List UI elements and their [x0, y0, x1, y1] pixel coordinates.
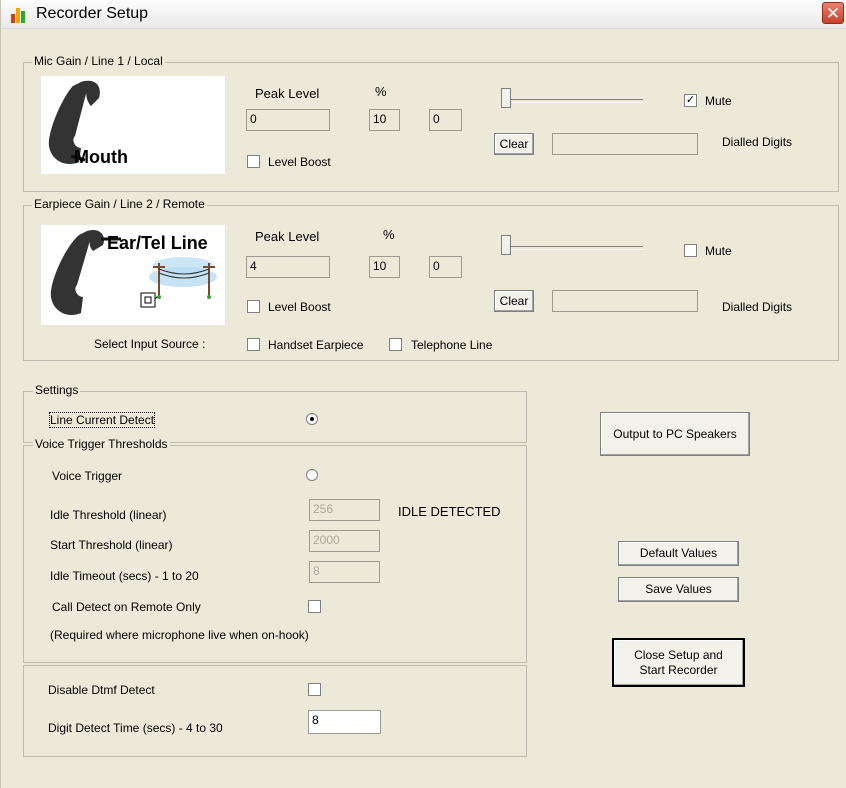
mic-mute-checkbox[interactable]: ✓ [684, 94, 697, 107]
ear-percent-field: 10 [369, 256, 400, 278]
voice-trigger-label: Voice Trigger [52, 469, 123, 483]
idle-threshold-field[interactable]: 256 [309, 499, 380, 521]
save-values-button[interactable]: Save Values [618, 577, 739, 602]
voice-trigger-radio[interactable] [306, 469, 318, 481]
call-detect-checkbox[interactable] [308, 600, 321, 613]
dtmf-group [23, 665, 527, 757]
ear-tel-line-label: Ear/Tel Line [107, 233, 208, 253]
mic-percent-field: 10 [369, 109, 400, 131]
ear-peak-level-label: Peak Level [255, 229, 320, 244]
earpiece-gain-legend: Earpiece Gain / Line 2 / Remote [32, 197, 207, 211]
handset-earpiece-label: Handset Earpiece [268, 338, 364, 352]
mic-dialled-digits-field [552, 133, 698, 155]
mic-mute-label: Mute [705, 94, 732, 108]
ear-gain-slider-track[interactable] [501, 246, 643, 250]
ear-level-boost-label: Level Boost [268, 300, 331, 314]
window-title: Recorder Setup [36, 5, 149, 22]
ear-level-boost-checkbox[interactable] [247, 300, 260, 313]
start-threshold-label: Start Threshold (linear) [50, 538, 173, 552]
ear-dialled-digits-field [552, 290, 698, 312]
telephone-line-checkbox[interactable] [389, 338, 402, 351]
line-current-detect-radio[interactable] [306, 413, 318, 425]
close-setup-line1: Close Setup and [634, 647, 723, 662]
close-setup-line2: Start Recorder [639, 662, 718, 677]
mic-gain-legend: Mic Gain / Line 1 / Local [32, 54, 165, 68]
ear-dialled-digits-label: Dialled Digits [722, 300, 793, 314]
call-detect-label: Call Detect on Remote Only [52, 600, 201, 614]
mic-gain-slider-thumb[interactable] [501, 88, 511, 108]
mic-dialled-digits-label: Dialled Digits [722, 135, 793, 149]
close-window-button[interactable]: ✕ [822, 2, 844, 24]
idle-status-text: IDLE DETECTED [398, 504, 501, 519]
idle-timeout-field[interactable]: 8 [309, 561, 380, 583]
idle-timeout-label: Idle Timeout (secs) - 1 to 20 [50, 569, 199, 583]
mouth-label: Mouth [74, 147, 128, 167]
ear-percent-label: % [383, 227, 395, 242]
mouth-handset-image: Mouth [41, 76, 225, 174]
disable-dtmf-checkbox[interactable] [308, 683, 321, 696]
mic-clear-button[interactable]: Clear [494, 133, 534, 155]
ear-mute-label: Mute [705, 244, 732, 258]
recorder-setup-window: Recorder Setup ✕ Mic Gain / Line 1 / Loc… [0, 0, 846, 788]
ear-tel-line-image: Ear/Tel Line [41, 225, 225, 325]
select-input-source-label: Select Input Source : [94, 337, 206, 351]
digit-detect-time-input[interactable]: 8 [308, 710, 381, 734]
ear-value-field: 0 [429, 256, 462, 278]
disable-dtmf-label: Disable Dtmf Detect [48, 683, 155, 697]
line-current-detect-label: Line Current Detect [48, 412, 156, 428]
mic-level-boost-label: Level Boost [268, 155, 331, 169]
mic-level-boost-checkbox[interactable] [247, 155, 260, 168]
app-bar-chart-icon [11, 6, 28, 23]
default-values-button[interactable]: Default Values [618, 541, 739, 566]
output-to-pc-speakers-button[interactable]: Output to PC Speakers [600, 412, 750, 456]
ear-clear-button[interactable]: Clear [494, 290, 534, 312]
mic-peak-level-field: 0 [246, 109, 330, 131]
start-threshold-field[interactable]: 2000 [309, 530, 380, 552]
mic-value-field: 0 [429, 109, 462, 131]
handset-earpiece-checkbox[interactable] [247, 338, 260, 351]
call-detect-note: (Required where microphone live when on-… [50, 628, 309, 642]
ear-peak-level-field: 4 [246, 256, 330, 278]
settings-legend: Settings [33, 383, 81, 397]
telephone-line-label: Telephone Line [411, 338, 493, 352]
ear-gain-slider-thumb[interactable] [501, 235, 511, 255]
ear-mute-checkbox[interactable] [684, 244, 697, 257]
digit-detect-time-label: Digit Detect Time (secs) - 4 to 30 [48, 721, 223, 735]
idle-threshold-label: Idle Threshold (linear) [50, 508, 167, 522]
mic-peak-level-label: Peak Level [255, 86, 320, 101]
voice-trigger-legend: Voice Trigger Thresholds [33, 437, 170, 451]
mic-gain-slider-track[interactable] [501, 99, 643, 103]
mic-percent-label: % [375, 84, 387, 99]
close-setup-start-recorder-button[interactable]: Close Setup and Start Recorder [612, 638, 745, 687]
title-bar: Recorder Setup ✕ [1, 0, 846, 29]
